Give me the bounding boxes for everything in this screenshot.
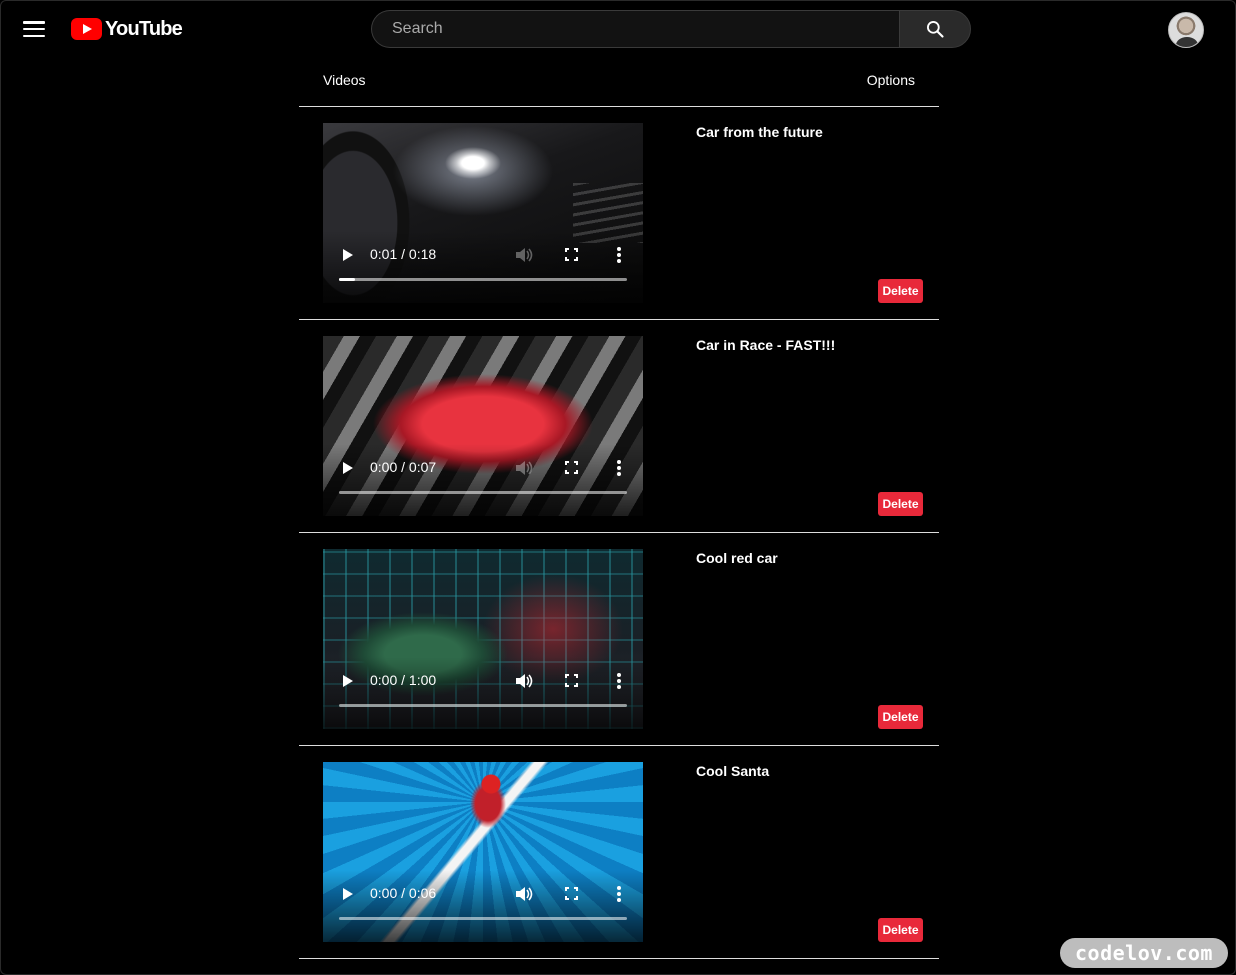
column-header-videos: Videos xyxy=(323,72,366,88)
menu-icon[interactable] xyxy=(22,18,46,40)
volume-icon[interactable] xyxy=(515,886,533,902)
video-progress-bar[interactable] xyxy=(339,704,627,707)
video-controls-overlay xyxy=(323,444,643,516)
video-player[interactable]: 0:00 / 1:00 xyxy=(323,549,643,729)
video-time: 0:01 / 0:18 xyxy=(370,246,437,262)
video-controls-overlay xyxy=(323,870,643,942)
video-time: 0:00 / 0:06 xyxy=(370,885,437,901)
delete-button[interactable]: Delete xyxy=(878,279,923,303)
videos-table: Videos Options 0:01 / 0:18 Car from the … xyxy=(299,58,939,959)
table-row: 0:00 / 1:00 Cool red car Delete xyxy=(299,533,939,746)
more-vert-icon[interactable] xyxy=(617,673,621,689)
fullscreen-icon[interactable] xyxy=(565,674,578,687)
video-title: Car in Race - FAST!!! xyxy=(696,337,836,353)
fullscreen-icon[interactable] xyxy=(565,887,578,900)
delete-button[interactable]: Delete xyxy=(878,705,923,729)
video-controls-overlay xyxy=(323,657,643,729)
fullscreen-icon[interactable] xyxy=(565,461,578,474)
video-progress-bar[interactable] xyxy=(339,917,627,920)
logo-text: YouTube xyxy=(105,17,183,40)
video-controls-overlay xyxy=(323,231,643,303)
video-time: 0:00 / 1:00 xyxy=(370,672,437,688)
youtube-logo[interactable]: YouTube xyxy=(71,17,183,41)
video-progress-bar[interactable] xyxy=(339,491,627,494)
fullscreen-icon[interactable] xyxy=(565,248,578,261)
delete-button[interactable]: Delete xyxy=(878,918,923,942)
table-header: Videos Options xyxy=(299,58,939,107)
video-title: Cool Santa xyxy=(696,763,770,779)
delete-button[interactable]: Delete xyxy=(878,492,923,516)
video-player[interactable]: 0:01 / 0:18 xyxy=(323,123,643,303)
search-button[interactable] xyxy=(899,10,971,48)
play-icon[interactable] xyxy=(341,887,355,901)
top-bar: YouTube xyxy=(0,0,1236,58)
more-vert-icon[interactable] xyxy=(617,886,621,902)
search-icon xyxy=(927,21,944,38)
play-icon[interactable] xyxy=(341,674,355,688)
table-row: 0:01 / 0:18 Car from the future Delete xyxy=(299,107,939,320)
more-vert-icon[interactable] xyxy=(617,460,621,476)
youtube-logo-icon xyxy=(71,18,102,40)
search-input[interactable] xyxy=(371,10,899,48)
column-header-options: Options xyxy=(866,72,915,88)
table-row: 0:00 / 0:06 Cool Santa Delete xyxy=(299,746,939,959)
video-title: Car from the future xyxy=(696,124,823,140)
volume-icon[interactable] xyxy=(515,673,533,689)
watermark: codelov.com xyxy=(1060,938,1228,968)
video-player[interactable]: 0:00 / 0:07 xyxy=(323,336,643,516)
volume-icon[interactable] xyxy=(515,460,533,476)
play-icon[interactable] xyxy=(341,461,355,475)
video-progress-bar[interactable] xyxy=(339,278,627,281)
video-title: Cool red car xyxy=(696,550,778,566)
play-icon[interactable] xyxy=(341,248,355,262)
volume-icon[interactable] xyxy=(515,247,533,263)
more-vert-icon[interactable] xyxy=(617,247,621,263)
video-time: 0:00 / 0:07 xyxy=(370,459,437,475)
avatar[interactable] xyxy=(1168,12,1204,48)
video-player[interactable]: 0:00 / 0:06 xyxy=(323,762,643,942)
search-bar xyxy=(371,10,971,48)
table-row: 0:00 / 0:07 Car in Race - FAST!!! Delete xyxy=(299,320,939,533)
